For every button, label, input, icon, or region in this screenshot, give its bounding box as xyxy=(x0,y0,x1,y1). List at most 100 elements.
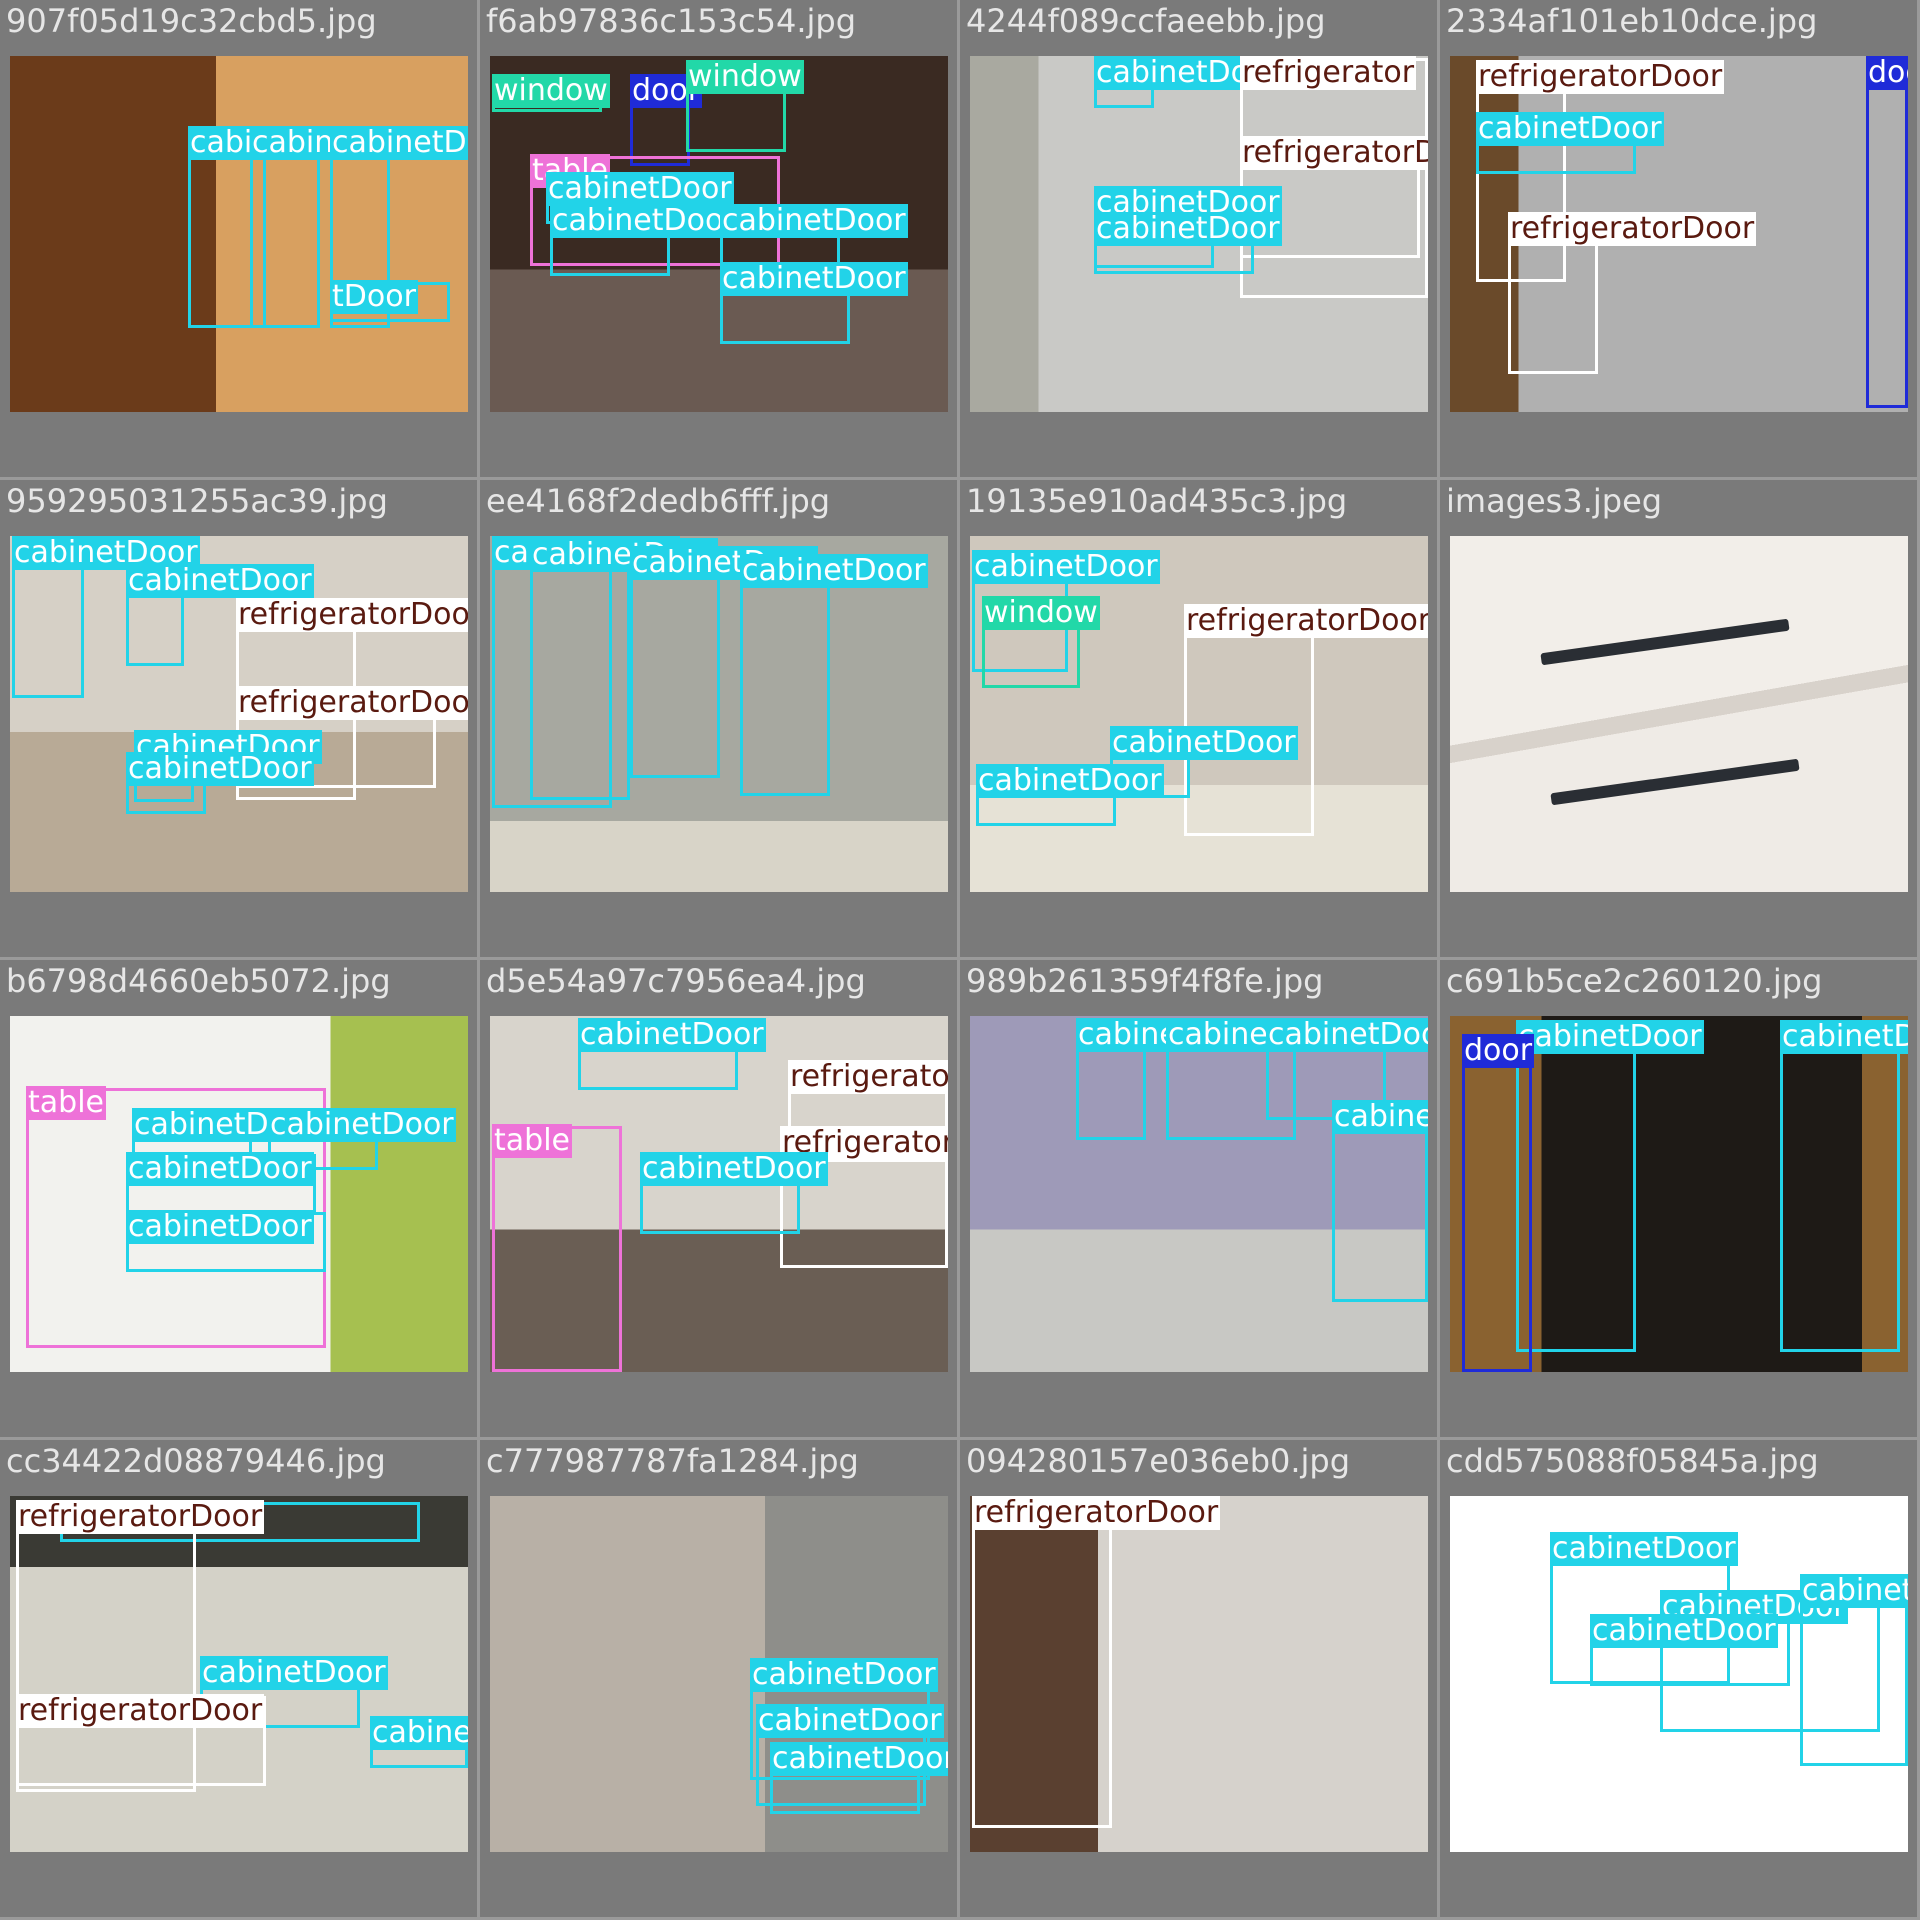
mosaic-tile: table cabinetDoor cabinetDoor cabinetDoor ca… xyxy=(0,960,480,1440)
mosaic-tile: refrigeratorDoor door cabinetDoor refrigera… xyxy=(1440,0,1920,480)
tile-filename: 989b261359f4f8fe.jpg xyxy=(966,962,1324,1000)
detection-label: refrigerator xyxy=(1240,56,1417,90)
detection-label: cabinetDoor xyxy=(1800,1574,1908,1608)
detection-label: window xyxy=(492,74,610,108)
mosaic-tile: cabinetDoorcabinetDoordoorc691b5ce2c2601… xyxy=(1440,960,1920,1440)
tile-filename: f6ab97836c153c54.jpg xyxy=(486,2,857,40)
bounding-box xyxy=(740,556,830,796)
mosaic-tile: cabinetDoorcabinetDoorcabinetDoorcabinet… xyxy=(480,480,960,960)
detection-label: refrigeratorDoor xyxy=(788,1060,948,1094)
detection-label: cabinetDoor xyxy=(546,172,734,206)
detection-label: refrigeratorDoor xyxy=(1240,136,1428,170)
detection-label: table xyxy=(26,1086,106,1120)
mosaic-tile: window door window table cabinetDoor cabinetD… xyxy=(480,0,960,480)
detection-label: cabinetDoor xyxy=(972,550,1160,584)
detection-label: cabinetDoor xyxy=(1590,1614,1778,1648)
bounding-box xyxy=(492,1126,622,1372)
detection-label: door xyxy=(1866,56,1908,90)
detection-label: cabinetDoor xyxy=(756,1704,944,1738)
detection-label: refrigeratorDoor xyxy=(16,1500,265,1534)
bounding-box xyxy=(972,1498,1112,1828)
detection-label: cabinetDoor xyxy=(550,204,738,238)
bounding-box xyxy=(1462,1036,1532,1372)
bounding-box xyxy=(630,548,720,778)
photo-thumbnail: cabinetDoor cabinetDoor cabinetDoor xyxy=(490,1496,948,1852)
detection-label: cabinetDoor xyxy=(770,1742,948,1776)
detection-label: cabinetDoor xyxy=(1332,1100,1428,1134)
detection-label: refrigeratorDoor xyxy=(1508,212,1757,246)
mosaic-tile: images3.jpeg xyxy=(1440,480,1920,960)
photo-thumbnail: cabinetDoorrefrigeratorrefrigeratorDoorc… xyxy=(970,56,1428,412)
detection-label: refrigeratorDoor xyxy=(236,598,468,632)
tile-filename: d5e54a97c7956ea4.jpg xyxy=(486,962,866,1000)
bounding-box xyxy=(1780,1022,1900,1352)
detection-label: cabinetDoor xyxy=(1094,212,1282,246)
tile-filename: cdd575088f05845a.jpg xyxy=(1446,1442,1819,1480)
detection-label: cabinetDoor xyxy=(720,204,908,238)
detection-label: door xyxy=(1462,1034,1535,1068)
detection-label: cabinetDoor xyxy=(578,1018,766,1052)
detection-label: refrigeratorDoor xyxy=(236,686,468,720)
detection-label: refrigeratorDoor xyxy=(16,1694,265,1728)
tile-filename: c691b5ce2c260120.jpg xyxy=(1446,962,1823,1000)
detection-label: cabinetDoor xyxy=(1266,1018,1428,1052)
photo-thumbnail: cabinetDoorrefrigeratorDoortablerefriger… xyxy=(490,1016,948,1372)
detection-label: cabinetDoor xyxy=(740,554,928,588)
photo-thumbnail: cabinetDoorcabinetDoorcabinetDoorcabinet… xyxy=(490,536,948,892)
bounding-box xyxy=(1184,606,1314,836)
photo-thumbnail: cabinetDoor refrigeratorDoor cabinetDoor re… xyxy=(10,1496,468,1852)
detection-label: cabinetDoor xyxy=(976,764,1164,798)
detection-label: cabinetDoor xyxy=(1780,1020,1908,1054)
detection-label: cabinetDoor xyxy=(268,1108,456,1142)
detection-label: window xyxy=(686,60,804,94)
tile-filename: 2334af101eb10dce.jpg xyxy=(1446,2,1818,40)
mosaic-tile: cabinetDoorcabinetDoorcabinetDoortDoor90… xyxy=(0,0,480,480)
detection-label: tDoor xyxy=(330,280,418,314)
detection-label: cabinetDoor xyxy=(1110,726,1298,760)
mosaic-tile: cabinetDoorrefrigeratorDoortablerefriger… xyxy=(480,960,960,1440)
detection-label: window xyxy=(982,596,1100,630)
bounding-box xyxy=(1866,58,1908,408)
tile-filename: 907f05d19c32cbd5.jpg xyxy=(6,2,377,40)
photo-thumbnail: cabinetDoorcabinetDoorcabinetDoorcabinet… xyxy=(1450,1496,1908,1852)
mosaic-tile: cabinetDoor cabinetDoor cabinetDoor c777987… xyxy=(480,1440,960,1920)
drawer-handle-shape xyxy=(1550,758,1800,806)
detection-label: cabinetDoor xyxy=(370,1716,468,1750)
tile-filename: images3.jpeg xyxy=(1446,482,1663,520)
detection-label: refrigeratorDoor xyxy=(972,1496,1221,1530)
photo-thumbnail: window door window table cabinetDoor cabinetD… xyxy=(490,56,948,412)
detection-label: cabinetDoor xyxy=(640,1152,828,1186)
mosaic-tile: cabinetDoorcabinetDoorcabinetDoorcabinet… xyxy=(960,960,1440,1440)
photo-thumbnail: refrigeratorDoor door cabinetDoor refrigera… xyxy=(1450,56,1908,412)
detection-label: table xyxy=(492,1124,572,1158)
tile-filename: b6798d4660eb5072.jpg xyxy=(6,962,391,1000)
detection-label: cabinetDoor xyxy=(1516,1020,1704,1054)
detection-label: cabinetDoor xyxy=(1476,112,1664,146)
photo-thumbnail: cabinetDoorcabinetDoorcabinetDoorcabinet… xyxy=(970,1016,1428,1372)
photo-thumbnail: cabinetDoorcabinetDoordoor xyxy=(1450,1016,1908,1372)
detection-label: refrigeratorDoor xyxy=(1476,60,1725,94)
tile-filename: 959295031255ac39.jpg xyxy=(6,482,388,520)
tile-filename: c777987787fa1284.jpg xyxy=(486,1442,859,1480)
tile-filename: 094280157e036eb0.jpg xyxy=(966,1442,1351,1480)
detection-label: cabinetDoor xyxy=(126,1210,314,1244)
detection-label: cabinetDoor xyxy=(330,126,468,160)
detection-label: cabinetDoor xyxy=(1550,1532,1738,1566)
photo-thumbnail: cabinetDoor cabinetDoor refrigeratorDoor re… xyxy=(10,536,468,892)
photo-thumbnail xyxy=(1450,536,1908,892)
tile-filename: 19135e910ad435c3.jpg xyxy=(966,482,1348,520)
mosaic-grid: cabinetDoorcabinetDoorcabinetDoortDoor90… xyxy=(0,0,1920,1920)
mosaic-tile: cabinetDoor window refrigeratorDoor cabinet… xyxy=(960,480,1440,960)
bounding-box xyxy=(530,540,630,800)
detection-label: cabinetDoor xyxy=(126,1152,314,1186)
mosaic-tile: refrigeratorDoor 094280157e036eb0.jpg xyxy=(960,1440,1440,1920)
detection-label: cabinetDoor xyxy=(126,564,314,598)
drawer-handle-shape xyxy=(1540,618,1790,666)
detection-label: cabinetDoor xyxy=(720,262,908,296)
tile-filename: cc34422d08879446.jpg xyxy=(6,1442,386,1480)
mosaic-tile: cabinetDoor refrigeratorDoor cabinetDoor re… xyxy=(0,1440,480,1920)
photo-thumbnail: cabinetDoorcabinetDoorcabinetDoortDoor xyxy=(10,56,468,412)
detection-label: cabinetDoor xyxy=(750,1658,938,1692)
photo-thumbnail: refrigeratorDoor xyxy=(970,1496,1428,1852)
mosaic-tile: cabinetDoorrefrigeratorrefrigeratorDoorc… xyxy=(960,0,1440,480)
